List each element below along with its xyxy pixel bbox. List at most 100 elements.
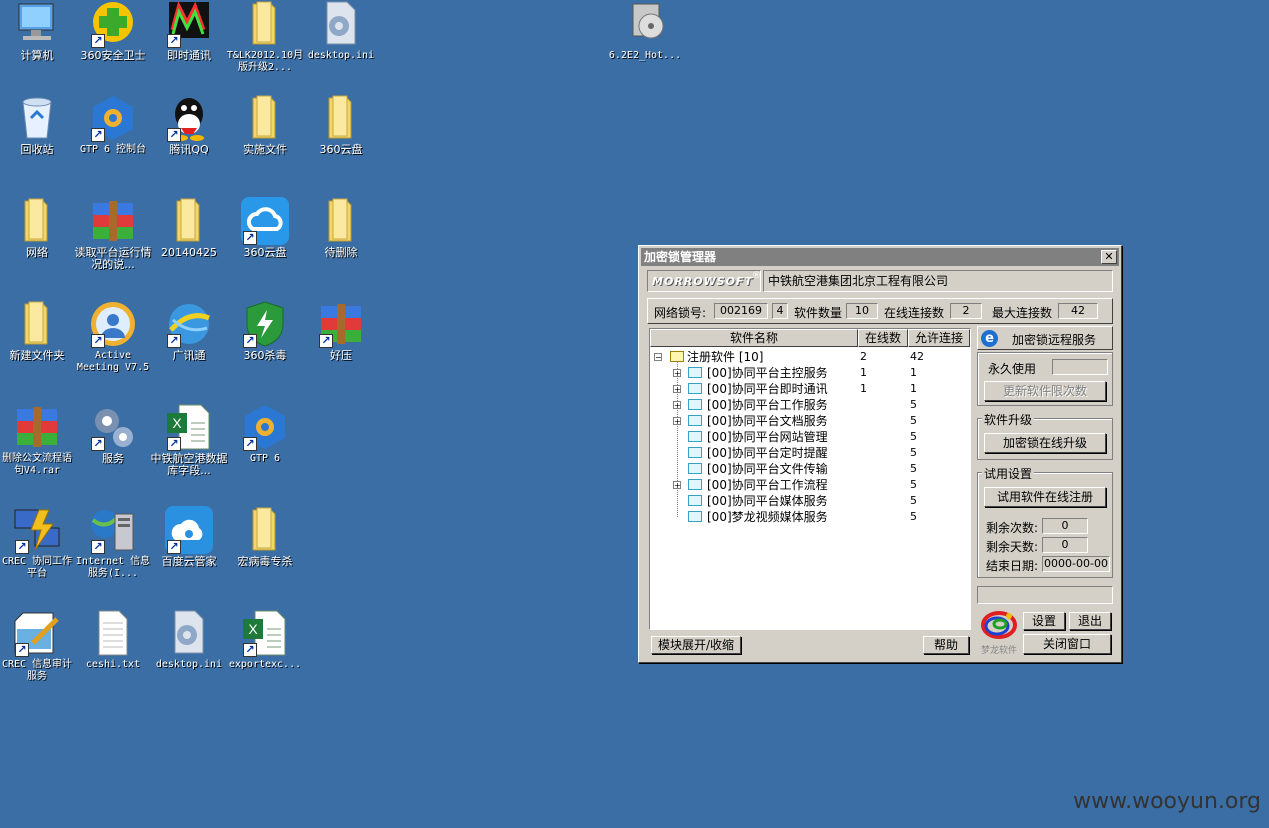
desktop-icon[interactable]: ceshi.txt: [74, 609, 152, 671]
close-icon[interactable]: ✕: [1101, 250, 1117, 264]
desktop-icon-label: 360云盘: [243, 246, 287, 259]
crec-audit-icon: ↗: [13, 609, 61, 657]
title-bar[interactable]: 加密锁管理器 ✕: [641, 248, 1119, 266]
tree-row[interactable]: [00]协同平台定时提醒 5: [650, 445, 970, 461]
desktop-icon-label: 360安全卫士: [80, 49, 146, 62]
desktop-icon[interactable]: ↗ 服务: [74, 403, 152, 465]
desktop-icon-label: CREC 协同工作平台: [1, 556, 73, 579]
guangxuntong-icon: ↗: [165, 300, 213, 348]
expand-collapse-button[interactable]: 模块展开/收缩: [651, 636, 741, 654]
excel-file-icon: X ↗: [241, 609, 289, 657]
active-meeting-icon: ↗: [89, 300, 137, 348]
settings-button[interactable]: 设置: [1023, 612, 1065, 630]
desktop-icon[interactable]: 网络: [0, 197, 76, 259]
services-icon: ↗: [89, 403, 137, 451]
desktop-icon-label: Active Meeting V7.5: [76, 350, 150, 373]
desktop-icon[interactable]: ↗ 好压: [302, 300, 380, 362]
desktop-icon[interactable]: ↗ Internet 信息服务(I...: [74, 506, 152, 580]
tree-row[interactable]: + [00]协同平台主控服务 1 1: [650, 365, 970, 381]
expand-icon[interactable]: +: [673, 481, 681, 490]
expand-icon[interactable]: +: [673, 369, 681, 378]
ini-file-icon: [165, 609, 213, 657]
module-icon: [688, 383, 702, 394]
tree-row[interactable]: + [00]协同平台工作流程 5: [650, 477, 970, 493]
desktop-icon[interactable]: ↗ GTP 6 控制台: [74, 94, 152, 156]
desktop-icon[interactable]: X ↗ exportexc...: [226, 609, 304, 671]
root-online: 2: [860, 350, 867, 363]
tree-row[interactable]: [00]协同平台文件传输 5: [650, 461, 970, 477]
desktop-icon[interactable]: ↗ 360安全卫士: [74, 0, 152, 62]
tree-row[interactable]: + [00]协同平台即时通讯 1 1: [650, 381, 970, 397]
col-header-name[interactable]: 软件名称: [650, 329, 858, 347]
tree-root-row[interactable]: − 注册软件 [10] 2 42: [650, 349, 970, 365]
cloud-drive-icon: ↗: [241, 197, 289, 245]
exit-button[interactable]: 退出: [1069, 612, 1111, 630]
ie-icon: e: [981, 330, 998, 347]
desktop-icon[interactable]: ↗ 即时通讯: [150, 0, 228, 62]
tree-row-label: [00]协同平台网站管理: [707, 430, 828, 444]
permanent-label: 永久使用: [988, 362, 1037, 376]
row-allowed: 1: [910, 366, 917, 379]
row-allowed: 5: [910, 430, 917, 443]
desktop-icon[interactable]: ↗ CREC 信息审计服务: [0, 609, 76, 683]
permanent-group: 永久使用 更新软件限次数: [977, 352, 1113, 406]
help-button[interactable]: 帮助: [923, 636, 969, 654]
desktop-icon[interactable]: 计算机: [0, 0, 76, 62]
desktop-icon[interactable]: T&LK2012.10月版升级2...: [226, 0, 304, 74]
desktop-icon[interactable]: 20140425: [150, 197, 228, 259]
desktop-icon[interactable]: ↗ 广讯通: [150, 300, 228, 362]
tree-row[interactable]: [00]梦龙视频媒体服务 5: [650, 509, 970, 525]
desktop-icon[interactable]: 待删除: [302, 197, 380, 259]
close-window-button[interactable]: 关闭窗口: [1023, 634, 1111, 654]
dongle-manager-window: 加密锁管理器 ✕ MORROWSOFT ® 中铁航空港集团北京工程有限公司 网络…: [638, 245, 1122, 663]
update-limit-button[interactable]: 更新软件限次数: [984, 381, 1106, 401]
desktop-icon-label: 网络: [26, 246, 48, 259]
desktop-icon[interactable]: ↗ 腾讯QQ: [150, 94, 228, 156]
desktop-icon[interactable]: 360云盘: [302, 94, 380, 156]
desktop-icon[interactable]: 6.2E2_Hot...: [606, 0, 684, 62]
tree-row-label: [00]协同平台定时提醒: [707, 446, 828, 460]
morrowsoft-logo: MORROWSOFT ®: [647, 270, 761, 292]
desktop-icon[interactable]: ↗ Active Meeting V7.5: [74, 300, 152, 374]
folder-icon: [317, 94, 365, 142]
remote-service-button[interactable]: e 加密锁远程服务: [977, 326, 1113, 350]
expand-icon[interactable]: +: [673, 401, 681, 410]
desktop-icon[interactable]: ↗ CREC 协同工作平台: [0, 506, 76, 580]
tree-row[interactable]: + [00]协同平台工作服务 5: [650, 397, 970, 413]
desktop-icon[interactable]: desktop.ini: [150, 609, 228, 671]
remaining-days-field: 0: [1042, 537, 1088, 553]
trial-group-label: 试用设置: [982, 465, 1035, 482]
desktop-icon[interactable]: 实施文件: [226, 94, 304, 156]
remote-service-label: 加密锁远程服务: [1012, 333, 1097, 347]
desktop-icon[interactable]: 宏病毒专杀: [226, 506, 304, 568]
desktop-icon-label: T&LK2012.10月版升级2...: [226, 50, 304, 73]
tree-row[interactable]: + [00]协同平台文档服务 5: [650, 413, 970, 429]
folder-icon: [165, 197, 213, 245]
desktop-icon[interactable]: ↗ 百度云管家: [150, 506, 228, 568]
tree-row-label: [00]协同平台即时通讯: [707, 382, 828, 396]
tree-row-label: [00]协同平台文档服务: [707, 414, 828, 428]
desktop-icon[interactable]: 读取平台运行情况的说...: [74, 197, 152, 271]
online-upgrade-button[interactable]: 加密锁在线升级: [984, 433, 1106, 453]
tree-row[interactable]: [00]协同平台网站管理 5: [650, 429, 970, 445]
collapse-icon[interactable]: −: [654, 353, 662, 362]
trial-register-button[interactable]: 试用软件在线注册: [984, 487, 1106, 507]
desktop-icon[interactable]: 回收站: [0, 94, 76, 156]
desktop-icon[interactable]: 删除公文流程语句V4.rar: [0, 403, 76, 477]
shortcut-arrow-icon: ↗: [243, 437, 257, 451]
col-header-online[interactable]: 在线数: [858, 329, 908, 347]
desktop-icon-label: 新建文件夹: [9, 349, 65, 362]
expand-icon[interactable]: +: [673, 417, 681, 426]
tree-row[interactable]: [00]协同平台媒体服务 5: [650, 493, 970, 509]
module-icon: [688, 463, 702, 474]
software-tree[interactable]: 软件名称 在线数 允许连接 − 注册软件 [10] 2 42 + [00]协同平台主控服务…: [649, 328, 971, 630]
desktop-icon[interactable]: 新建文件夹: [0, 300, 76, 362]
desktop-icon[interactable]: ↗ 360云盘: [226, 197, 304, 259]
desktop-icon[interactable]: ↗ GTP 6: [226, 403, 304, 465]
col-header-allowed[interactable]: 允许连接: [908, 329, 970, 347]
desktop-icon[interactable]: desktop.ini: [302, 0, 380, 62]
desktop-icon[interactable]: X ↗ 中铁航空港数据库字段...: [150, 403, 228, 477]
im-icon: ↗: [165, 0, 213, 48]
desktop-icon[interactable]: ↗ 360杀毒: [226, 300, 304, 362]
expand-icon[interactable]: +: [673, 385, 681, 394]
